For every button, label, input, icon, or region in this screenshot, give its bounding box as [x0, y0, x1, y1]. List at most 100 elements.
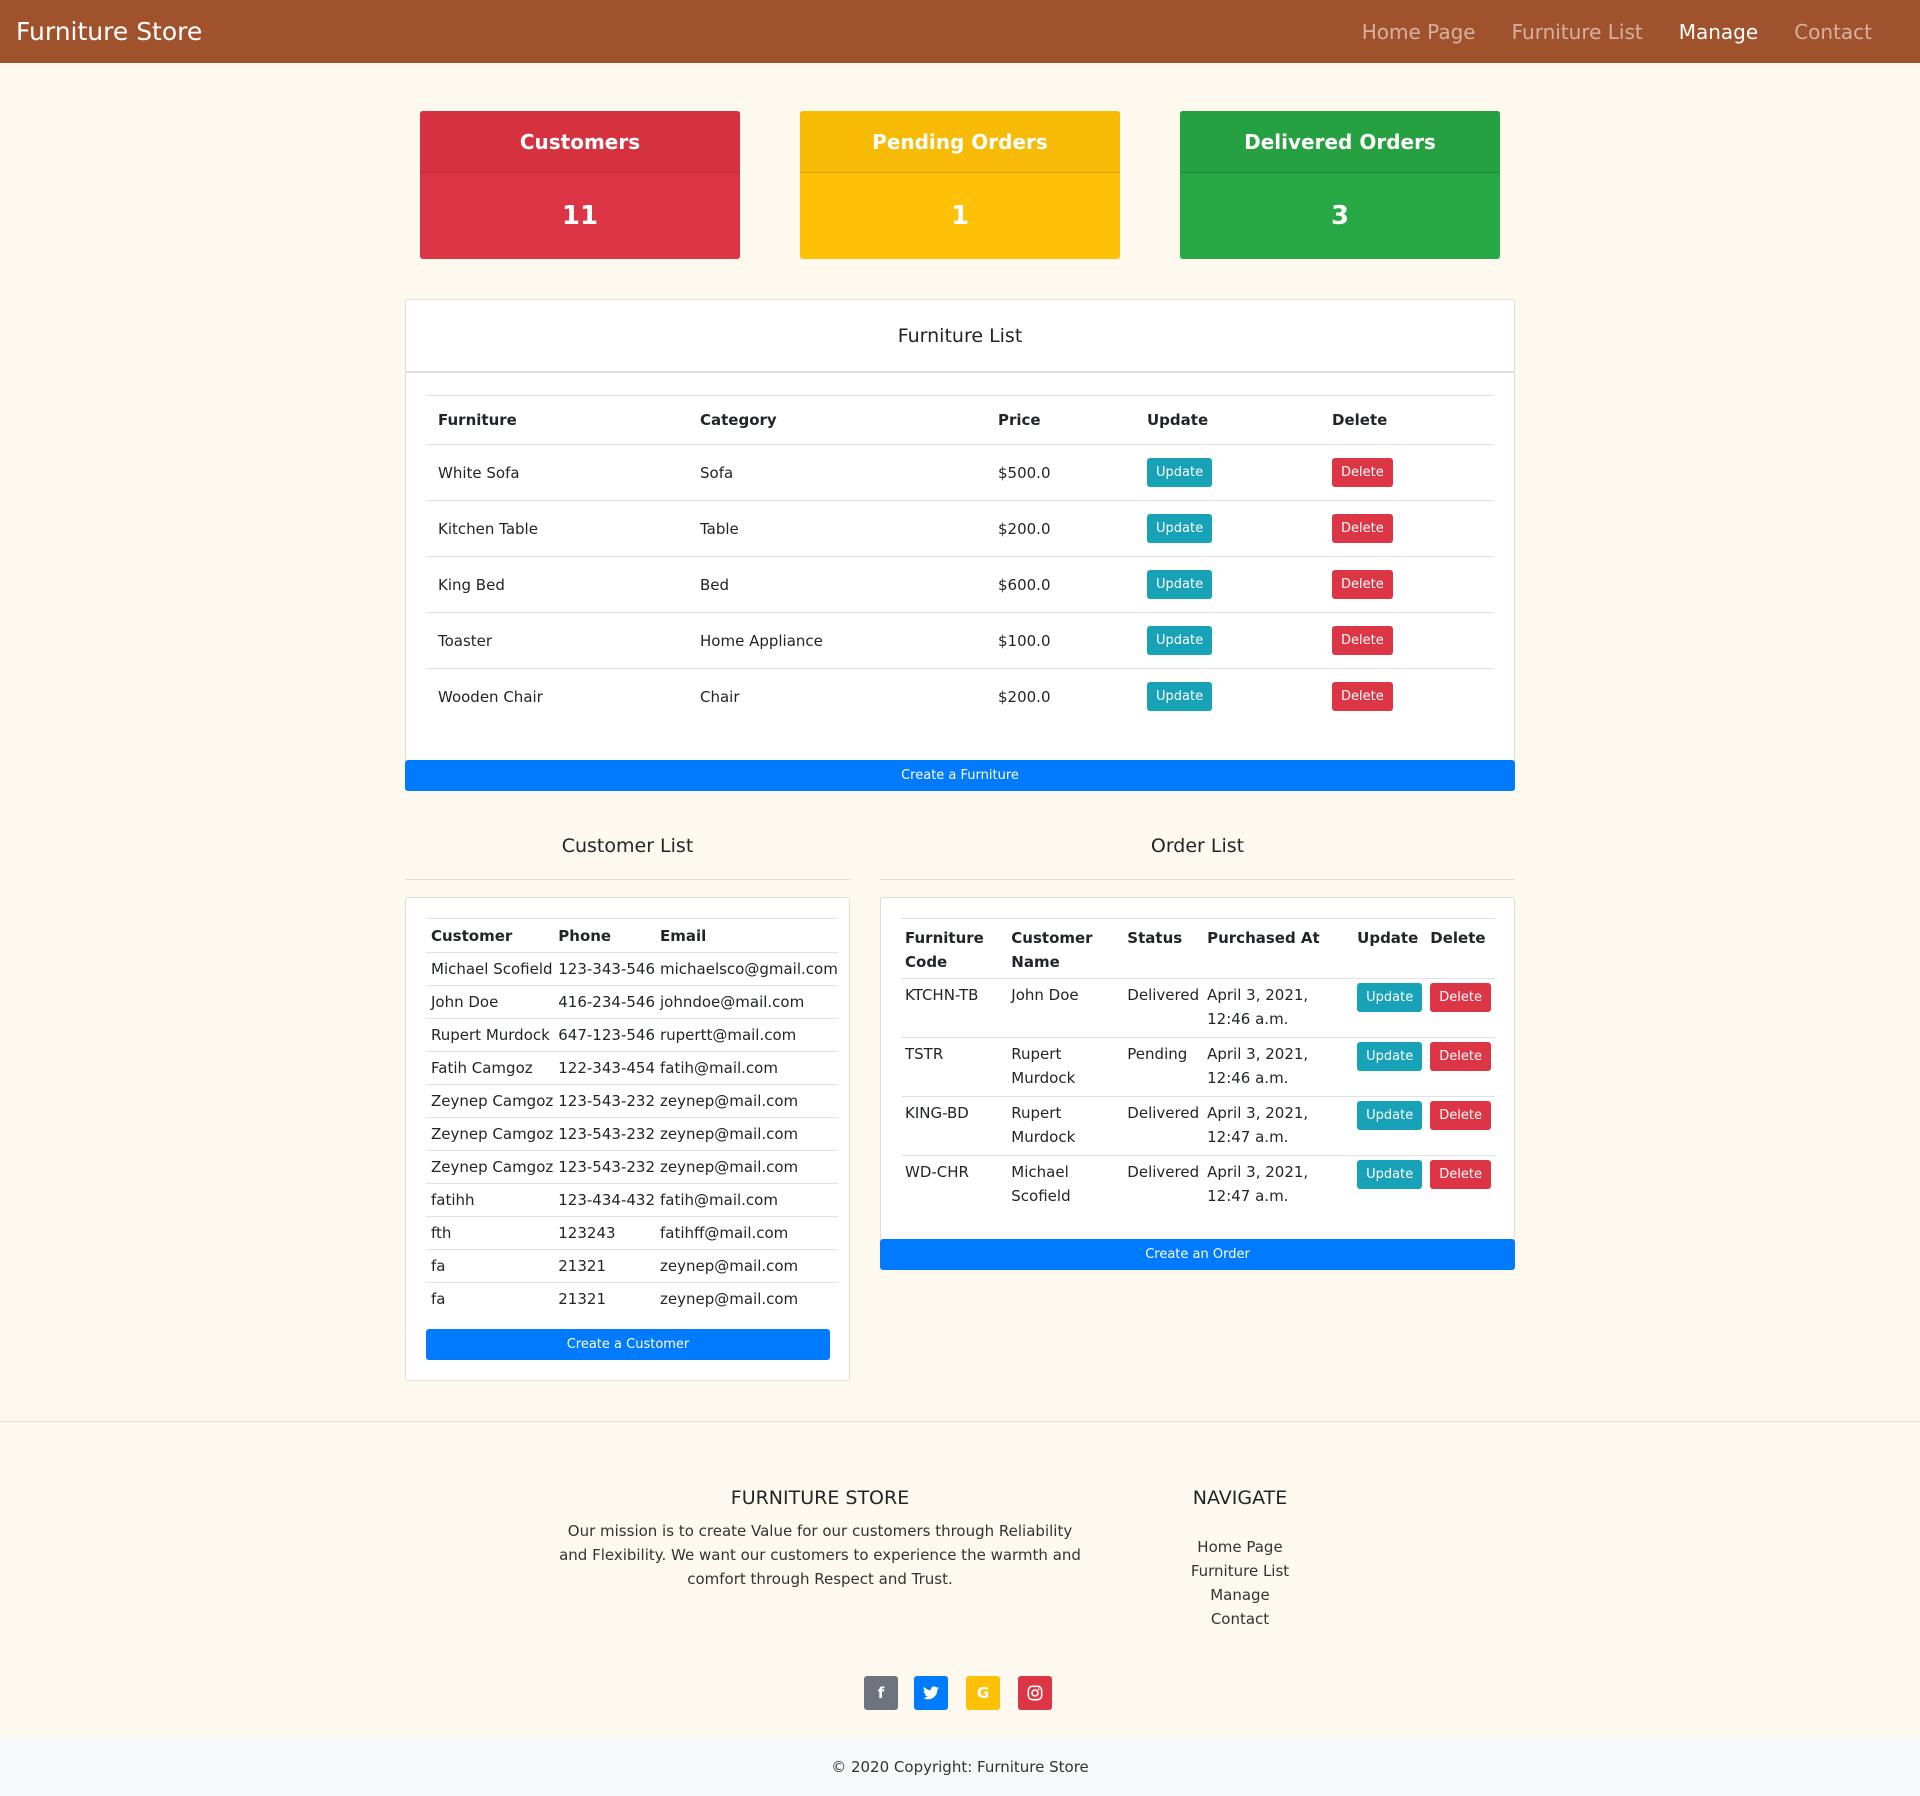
table-header-row: Furniture Code Customer Name Status Purc…: [901, 918, 1495, 979]
footer-nav-furniture-list[interactable]: Furniture List: [1160, 1559, 1320, 1583]
copyright-bar: © 2020 Copyright: Furniture Store: [0, 1738, 1920, 1796]
customer-name: John Doe: [426, 985, 554, 1019]
update-button[interactable]: Update: [1147, 458, 1213, 487]
furniture-price: $200.0: [998, 687, 1051, 706]
order-status: Delivered: [1123, 978, 1204, 1038]
column-header: Customer Name: [1007, 918, 1124, 979]
furniture-category: Chair: [700, 687, 740, 706]
delete-button[interactable]: Delete: [1332, 570, 1393, 599]
footer-about-text: Our mission is to create Value for our c…: [559, 1522, 1081, 1588]
customers-stat-card: Customers 11: [420, 111, 740, 259]
customer-phone: 21321: [558, 1290, 606, 1309]
delete-button[interactable]: Delete: [1332, 626, 1393, 655]
column-header: Update: [1135, 395, 1320, 445]
update-button[interactable]: Update: [1147, 514, 1213, 543]
table-header-row: Furniture Category Price Update Delete: [426, 395, 1494, 445]
delivered-orders-stat-value: 3: [1330, 201, 1350, 231]
customer-phone: 647-123-546: [553, 1018, 655, 1052]
column-header: Email: [654, 918, 838, 953]
furniture-category: Bed: [688, 556, 986, 613]
footer-nav: Home Page Furniture List Manage Contact: [1160, 1535, 1320, 1631]
update-button[interactable]: Update: [1357, 1160, 1423, 1189]
customer-phone: 416-234-546: [553, 985, 655, 1019]
update-button[interactable]: Update: [1357, 1101, 1423, 1130]
customer-name: Zeynep Camgoz: [426, 1084, 554, 1118]
column-header: Furniture Code: [901, 918, 1008, 979]
create-order-button[interactable]: Create an Order: [880, 1239, 1515, 1270]
customer-phone: 123-543-232: [553, 1150, 655, 1184]
footer-nav-home[interactable]: Home Page: [1160, 1535, 1320, 1559]
table-row: WD-CHR Michael Scofield Delivered April …: [901, 1156, 1495, 1215]
table-row: TSTR Rupert Murdock Pending April 3, 202…: [901, 1037, 1495, 1097]
update-button[interactable]: Update: [1147, 682, 1213, 712]
customer-name: fa: [431, 1290, 446, 1309]
order-customer-name: Rupert Murdock: [1007, 1096, 1124, 1156]
table-row: Rupert Murdock 647-123-546 rupertt@mail.co…: [426, 1018, 838, 1052]
delete-button[interactable]: Delete: [1430, 1101, 1491, 1130]
customer-name: fatihh: [426, 1183, 554, 1217]
delete-button[interactable]: Delete: [1332, 458, 1393, 487]
customer-email: zeynep@mail.com: [654, 1117, 838, 1151]
update-button[interactable]: Update: [1357, 983, 1423, 1012]
google-icon[interactable]: G: [966, 1676, 1000, 1710]
delivered-orders-stat-card: Delivered Orders 3: [1180, 111, 1500, 259]
nav-links: Home Page Furniture List Manage Contact: [1326, 20, 1872, 44]
furniture-name: King Bed: [426, 556, 688, 613]
customer-name: fth: [426, 1216, 554, 1250]
twitter-icon[interactable]: [914, 1676, 948, 1710]
nav-contact[interactable]: Contact: [1794, 20, 1872, 44]
table-row: Zeynep Camgoz 123-543-232 zeynep@mail.com: [426, 1117, 838, 1151]
customer-email: zeynep@mail.com: [654, 1249, 838, 1283]
column-header: Customer: [426, 918, 554, 953]
customer-name: Zeynep Camgoz: [426, 1117, 554, 1151]
instagram-icon[interactable]: [1018, 1676, 1052, 1710]
table-row: John Doe 416-234-546 johndoe@mail.com: [426, 985, 838, 1019]
delete-button[interactable]: Delete: [1430, 1160, 1491, 1189]
table-row: Fatih Camgoz 122-343-454 fatih@mail.com: [426, 1051, 838, 1085]
create-furniture-button[interactable]: Create a Furniture: [405, 760, 1515, 791]
table-row: fa 21321 zeynep@mail.com: [426, 1249, 838, 1283]
nav-home[interactable]: Home Page: [1362, 20, 1476, 44]
table-row: Wooden Chair Chair $200.0 Update Delete: [426, 669, 1494, 725]
order-purchased-at: April 3, 2021, 12:46 a.m.: [1203, 1037, 1354, 1097]
column-header: Delete: [1426, 918, 1495, 979]
footer-about-title: FURNITURE STORE: [730, 1487, 910, 1509]
delivered-orders-stat-label: Delivered Orders: [1180, 111, 1500, 173]
delete-button[interactable]: Delete: [1430, 983, 1491, 1012]
order-furniture-code: KTCHN-TB: [901, 978, 1008, 1038]
customer-phone: 123-343-546: [553, 952, 655, 986]
customer-name: fa: [426, 1249, 554, 1283]
brand-logo[interactable]: Furniture Store: [16, 17, 202, 46]
delete-button[interactable]: Delete: [1332, 514, 1393, 543]
order-purchased-at: April 3, 2021, 12:47 a.m.: [1203, 1096, 1354, 1156]
furniture-name: Wooden Chair: [438, 687, 543, 706]
customer-email: zeynep@mail.com: [659, 1290, 799, 1309]
customer-email: fatihff@mail.com: [654, 1216, 838, 1250]
order-customer-name: John Doe: [1007, 978, 1124, 1038]
customer-name: Rupert Murdock: [426, 1018, 554, 1052]
order-list-card: Furniture Code Customer Name Status Purc…: [880, 897, 1515, 1242]
customer-phone: 21321: [553, 1249, 655, 1283]
customer-email: fatih@mail.com: [654, 1051, 838, 1085]
footer-nav-manage[interactable]: Manage: [1160, 1583, 1320, 1607]
table-row: Kitchen Table Table $200.0 Update Delete: [426, 500, 1494, 557]
update-button[interactable]: Update: [1147, 570, 1213, 599]
customer-email: fatih@mail.com: [654, 1183, 838, 1217]
create-customer-button[interactable]: Create a Customer: [426, 1329, 830, 1360]
footer-nav-contact[interactable]: Contact: [1160, 1607, 1320, 1631]
customer-list-card: Customer Phone Email Michael Scofield 123…: [405, 897, 850, 1381]
nav-furniture-list[interactable]: Furniture List: [1512, 20, 1643, 44]
delete-button[interactable]: Delete: [1332, 682, 1393, 712]
update-button[interactable]: Update: [1147, 626, 1213, 655]
order-purchased-at: April 3, 2021, 12:46 a.m.: [1203, 978, 1354, 1038]
pending-orders-stat-label: Pending Orders: [800, 111, 1120, 173]
table-row: fa 21321 zeynep@mail.com: [426, 1283, 838, 1316]
order-status: Delivered: [1127, 1163, 1200, 1181]
update-button[interactable]: Update: [1357, 1042, 1423, 1071]
table-row: fth 123243 fatihff@mail.com: [426, 1216, 838, 1250]
delete-button[interactable]: Delete: [1430, 1042, 1491, 1071]
nav-manage[interactable]: Manage: [1679, 20, 1758, 44]
table-header-row: Customer Phone Email: [426, 918, 838, 953]
facebook-icon[interactable]: f: [864, 1676, 898, 1710]
column-header: Phone: [553, 918, 655, 953]
